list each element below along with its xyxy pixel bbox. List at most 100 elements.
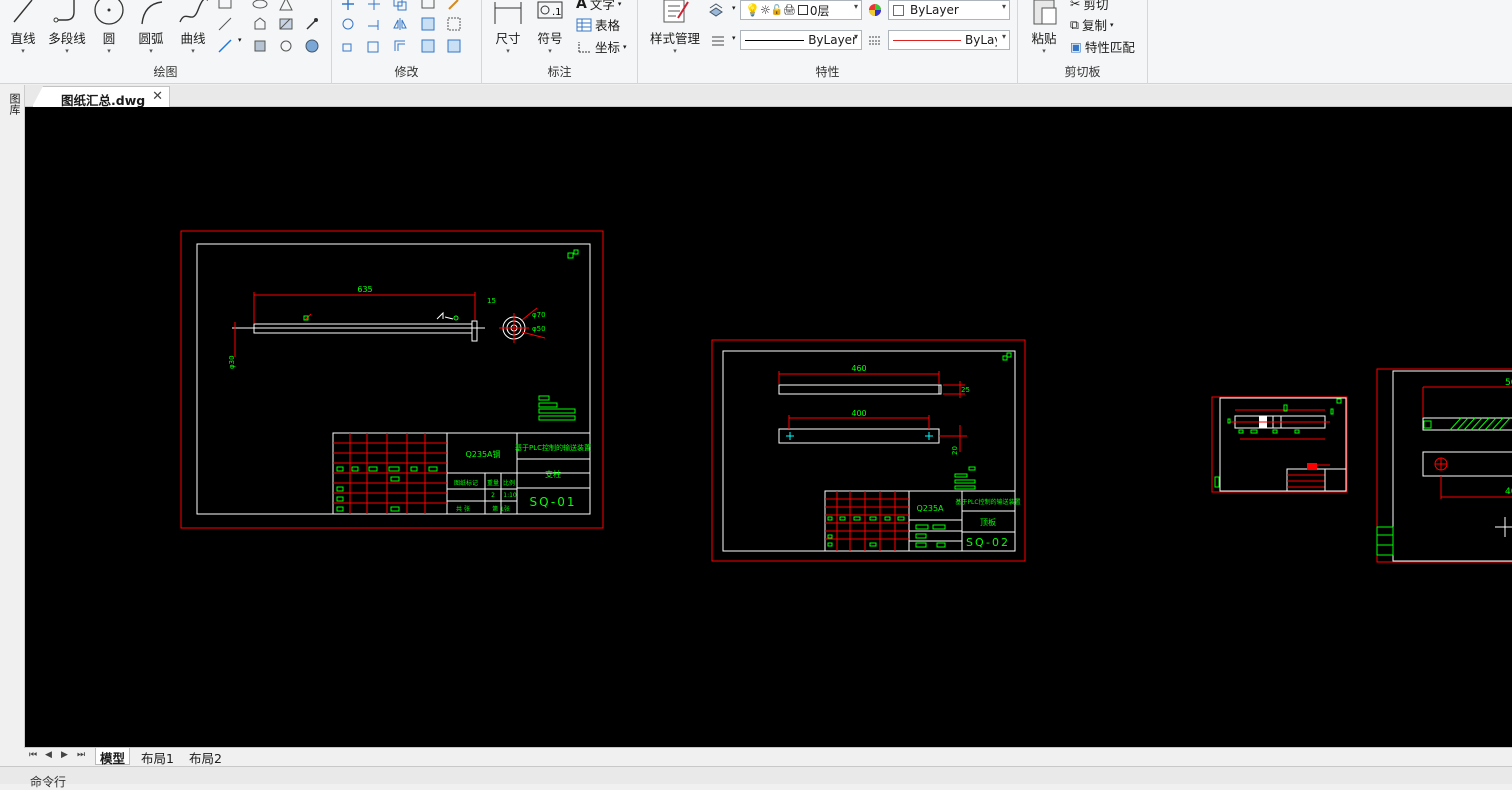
lineweight-combo[interactable]: ByLayer ▾	[888, 30, 1010, 50]
chevron-down-icon: ▾	[1042, 47, 1046, 55]
color-combo[interactable]: ByLayer ▾	[888, 0, 1010, 20]
line-button[interactable]: 直线 ▾	[2, 0, 44, 60]
linetype-value: ByLayer	[808, 33, 857, 47]
chevron-down-icon: ▾	[149, 47, 153, 55]
sun-icon: ☼	[759, 3, 771, 17]
sheet-sq-04[interactable]: 50 40	[1376, 368, 1512, 563]
polyline-icon	[53, 0, 75, 23]
linetype-scale-icon[interactable]	[867, 32, 883, 48]
close-icon[interactable]: ✕	[152, 89, 163, 104]
explode-icon[interactable]	[420, 38, 436, 54]
trim-icon[interactable]	[366, 0, 382, 12]
side-palette[interactable]: 图库	[0, 85, 25, 748]
move-icon[interactable]	[340, 0, 356, 12]
region-icon[interactable]	[252, 16, 268, 32]
edit-icon[interactable]	[446, 38, 462, 54]
properties-group: 样式管理 ▾ ▾ ▾ 💡 ☼ 🔓 🖨 0层 ▾ ByLayer ▾ ByLaye…	[638, 0, 1018, 84]
drawing-svg: 635 15 φ30 φ70 φ50 Q235A钢 基于PLC控制的输送装置 支…	[180, 230, 1512, 563]
coordinate-button[interactable]: 坐标 ▾	[576, 37, 627, 56]
polygon-icon[interactable]	[278, 0, 294, 12]
offset-icon[interactable]	[392, 38, 408, 54]
extend-icon[interactable]	[366, 16, 382, 32]
lineweight-display-icon[interactable]	[710, 32, 726, 48]
drawing-canvas[interactable]: 635 15 φ30 φ70 φ50 Q235A钢 基于PLC控制的输送装置 支…	[25, 107, 1512, 748]
annotation-group-label: 标注	[547, 65, 572, 79]
lightbulb-icon: 💡	[745, 3, 760, 17]
sq02-project: 基于PLC控制的输送装置	[955, 498, 1020, 506]
symbol-button[interactable]: .1 符号 ▾	[532, 0, 568, 60]
ray-icon[interactable]	[217, 38, 233, 54]
chevron-down-icon[interactable]: ▾	[238, 36, 242, 44]
fillet-icon[interactable]	[420, 16, 436, 32]
table-button[interactable]: 表格	[576, 15, 620, 34]
dim-phi70: φ70	[532, 311, 546, 319]
layer-combo[interactable]: 💡 ☼ 🔓 🖨 0层 ▾	[740, 0, 862, 20]
chevron-down-icon[interactable]: ▾	[732, 34, 736, 42]
prev-layout-icon[interactable]: ◀	[45, 750, 52, 760]
sq02-part: 顶板	[980, 517, 996, 527]
curve-button[interactable]: 曲线 ▾	[172, 0, 214, 60]
text-button[interactable]: A 文字 ▾	[576, 0, 621, 13]
arc-button[interactable]: 圆弧 ▾	[130, 0, 172, 60]
copy-button[interactable]: ⧉ 复制 ▾	[1070, 15, 1113, 34]
array-icon[interactable]	[420, 0, 436, 12]
tab-layout1[interactable]: 布局1	[137, 748, 178, 766]
stretch-icon[interactable]	[366, 38, 382, 54]
wipeout-icon[interactable]	[278, 38, 294, 54]
spline-icon	[179, 0, 208, 23]
text-label: 文字	[589, 0, 615, 12]
color-wheel-icon[interactable]	[867, 2, 883, 18]
construction-line-icon[interactable]	[217, 16, 233, 32]
sq01-footer-sheet: 第 1张	[492, 505, 510, 513]
scissors-icon: ✂	[1070, 0, 1081, 11]
boundary-icon[interactable]	[252, 38, 268, 54]
scale-icon[interactable]	[340, 38, 356, 54]
linetype-combo[interactable]: ByLayer ▾	[740, 30, 862, 50]
line-label: 直线	[10, 31, 36, 46]
style-manager-button[interactable]: 样式管理 ▾	[642, 0, 708, 60]
break-icon[interactable]	[446, 16, 462, 32]
properties-group-label: 特性	[815, 65, 840, 79]
point-icon[interactable]	[304, 16, 320, 32]
command-line[interactable]: 命令行	[0, 766, 1512, 789]
document-tab-bar: 图纸汇总.dwg ✕	[0, 85, 1512, 107]
arc-icon	[141, 1, 163, 25]
dimension-icon	[494, 2, 522, 24]
layer-states-icon[interactable]	[708, 2, 724, 18]
paste-label: 粘贴	[1031, 31, 1057, 46]
circle-button[interactable]: 圆 ▾	[90, 0, 128, 60]
copy-label: 复制	[1081, 18, 1107, 33]
tab-model[interactable]: 模型	[95, 748, 131, 766]
chevron-down-icon: ▾	[1001, 2, 1006, 11]
chevron-down-icon: ▾	[191, 47, 195, 55]
chevron-down-icon[interactable]: ▾	[732, 4, 736, 12]
ellipse-icon[interactable]	[252, 0, 268, 12]
rotate-icon[interactable]	[340, 16, 356, 32]
document-tab[interactable]: 图纸汇总.dwg ✕	[32, 86, 170, 107]
next-layout-icon[interactable]: ▶	[61, 750, 68, 760]
hatch-icon[interactable]	[278, 16, 294, 32]
tab-layout2[interactable]: 布局2	[185, 748, 226, 766]
sheet-sq-01[interactable]: 635 15 φ30 φ70 φ50 Q235A钢 基于PLC控制的输送装置 支…	[180, 230, 604, 529]
printer-icon: 🖨	[783, 4, 796, 16]
match-properties-button[interactable]: ▣ 特性匹配	[1070, 37, 1135, 56]
erase-icon[interactable]	[446, 0, 462, 12]
sheet-sq-02[interactable]: 460 25 400 20 Q235A 基于PLC控制的输送装置 顶板 SQ-0…	[711, 339, 1026, 562]
rectangle-icon[interactable]	[217, 0, 233, 12]
text-icon: A	[576, 0, 587, 12]
gradient-icon[interactable]	[304, 38, 320, 54]
circle-icon	[94, 0, 124, 25]
sq01-footer-total: 共 张	[456, 505, 470, 513]
last-layout-icon[interactable]: ⏭	[77, 750, 85, 760]
sheet-sq-03[interactable]	[1211, 396, 1348, 493]
copy-object-icon[interactable]	[392, 0, 408, 12]
cut-button[interactable]: ✂ 剪切	[1070, 0, 1109, 13]
dimension-button[interactable]: 尺寸 ▾	[490, 0, 526, 60]
dim-20: 20	[951, 446, 959, 455]
first-layout-icon[interactable]: ⏮	[29, 750, 37, 760]
paste-button[interactable]: 粘贴 ▾	[1024, 0, 1064, 60]
annotation-group: 尺寸 ▾ .1 符号 ▾ A 文字 ▾ 表格 坐标 ▾ 标注	[482, 0, 638, 84]
mirror-icon[interactable]	[392, 16, 408, 32]
modify-group-label: 修改	[394, 65, 419, 79]
polyline-button[interactable]: 多段线 ▾	[44, 0, 90, 60]
